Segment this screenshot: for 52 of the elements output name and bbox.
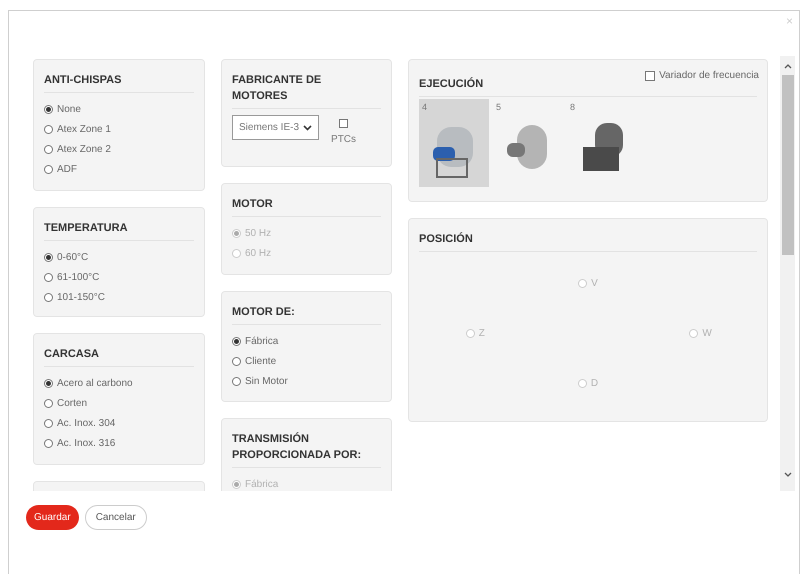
execution-option[interactable]: 4 bbox=[419, 99, 489, 187]
checkbox[interactable] bbox=[339, 119, 348, 128]
panel-title: TEMPERATURA bbox=[44, 221, 129, 236]
radio-button[interactable] bbox=[44, 398, 53, 408]
checkbox[interactable] bbox=[645, 70, 656, 80]
radio-option[interactable]: Atex Zone 2 bbox=[44, 139, 194, 159]
radio-option[interactable]: Ac. Inox. 304 bbox=[44, 413, 194, 433]
panel-title: POSICIÓN bbox=[419, 231, 474, 247]
cancel-button[interactable]: Cancelar bbox=[84, 505, 147, 530]
radio-button[interactable] bbox=[44, 438, 53, 448]
radio-option[interactable]: Fábrica bbox=[232, 331, 381, 351]
scroll-thumb[interactable] bbox=[782, 75, 794, 255]
scroll-down-icon[interactable] bbox=[784, 472, 792, 477]
radio-option[interactable]: None bbox=[44, 99, 194, 119]
radio-option[interactable]: Acero al carbono bbox=[44, 373, 194, 393]
ptcs-checkbox-option[interactable]: PTCs bbox=[331, 115, 356, 147]
radio-option[interactable]: Atex Zone 1 bbox=[44, 119, 194, 139]
radio-button[interactable] bbox=[232, 376, 241, 386]
radio-option[interactable]: Cliente bbox=[232, 351, 381, 371]
manufacturer-dropdown[interactable]: Siemens IE-3 bbox=[232, 115, 320, 140]
radio-button[interactable] bbox=[44, 292, 53, 302]
panel-title: MOTOR DE: bbox=[232, 305, 296, 320]
radio-option[interactable]: 101-150°C bbox=[44, 287, 194, 307]
radio-button[interactable] bbox=[232, 336, 241, 346]
execution-option[interactable]: 5 bbox=[493, 99, 563, 187]
scroll-up-icon[interactable] bbox=[784, 64, 792, 69]
radio-option[interactable]: Corten bbox=[44, 393, 194, 413]
panel-title: EJECUCIÓN bbox=[419, 76, 484, 92]
radio-button[interactable] bbox=[44, 124, 53, 134]
radio-button[interactable] bbox=[44, 252, 53, 262]
panel-title: TRANSMISIÓN PROPORCIONADA POR: bbox=[232, 431, 362, 463]
radio-button[interactable] bbox=[44, 272, 53, 282]
radio-option[interactable]: ADF bbox=[44, 159, 194, 179]
panel-title: FABRICANTE DE MOTORES bbox=[232, 73, 322, 104]
radio-button[interactable] bbox=[44, 418, 53, 428]
radio-button[interactable] bbox=[44, 144, 53, 154]
radio-button[interactable] bbox=[44, 104, 53, 114]
panel-title: ANTI-CHISPAS bbox=[44, 73, 122, 88]
radio-button[interactable] bbox=[44, 164, 53, 174]
radio-button[interactable] bbox=[232, 356, 241, 366]
save-button[interactable]: Guardar bbox=[26, 505, 79, 530]
variador-checkbox-option[interactable]: Variador de frecuencia bbox=[645, 68, 759, 83]
radio-option[interactable]: Ac. Inox. 316 bbox=[44, 433, 194, 453]
scrollbar[interactable] bbox=[780, 56, 795, 491]
radio-option[interactable]: Sin Motor bbox=[232, 371, 381, 391]
chevron-down-icon bbox=[303, 124, 312, 130]
panel-title: CARCASA bbox=[44, 347, 100, 362]
radio-option[interactable]: 0-60°C bbox=[44, 247, 194, 267]
execution-option[interactable]: 8 bbox=[567, 99, 637, 187]
radio-option[interactable]: 61-100°C bbox=[44, 267, 194, 287]
radio-button[interactable] bbox=[44, 378, 53, 388]
panel-title: MOTOR bbox=[232, 197, 274, 212]
